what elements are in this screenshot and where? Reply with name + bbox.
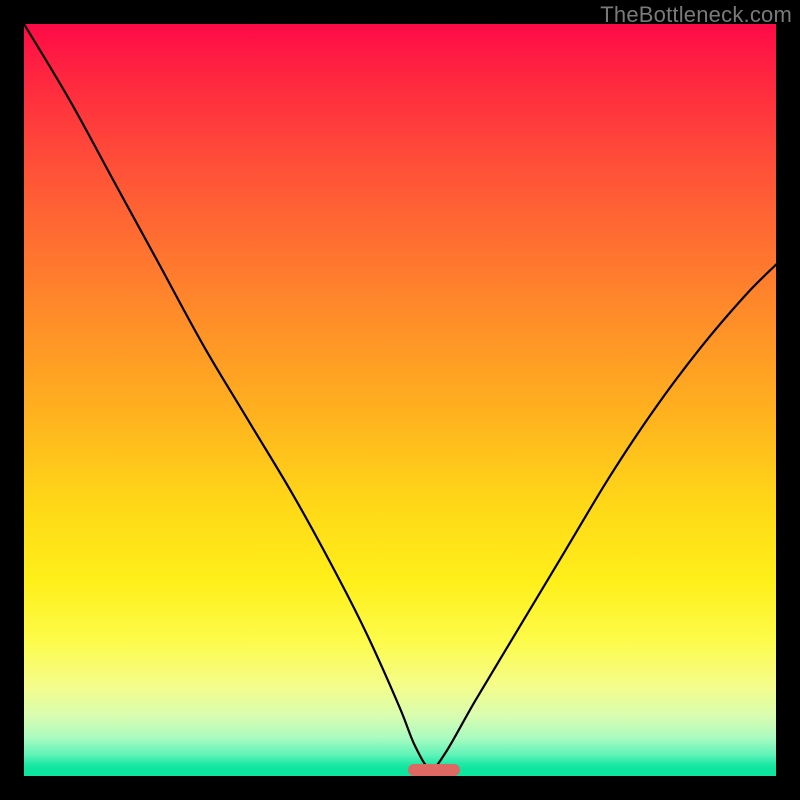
bottleneck-curve	[24, 24, 776, 776]
chart-frame: TheBottleneck.com	[0, 0, 800, 800]
optimal-range-marker	[408, 764, 461, 776]
plot-area	[24, 24, 776, 776]
